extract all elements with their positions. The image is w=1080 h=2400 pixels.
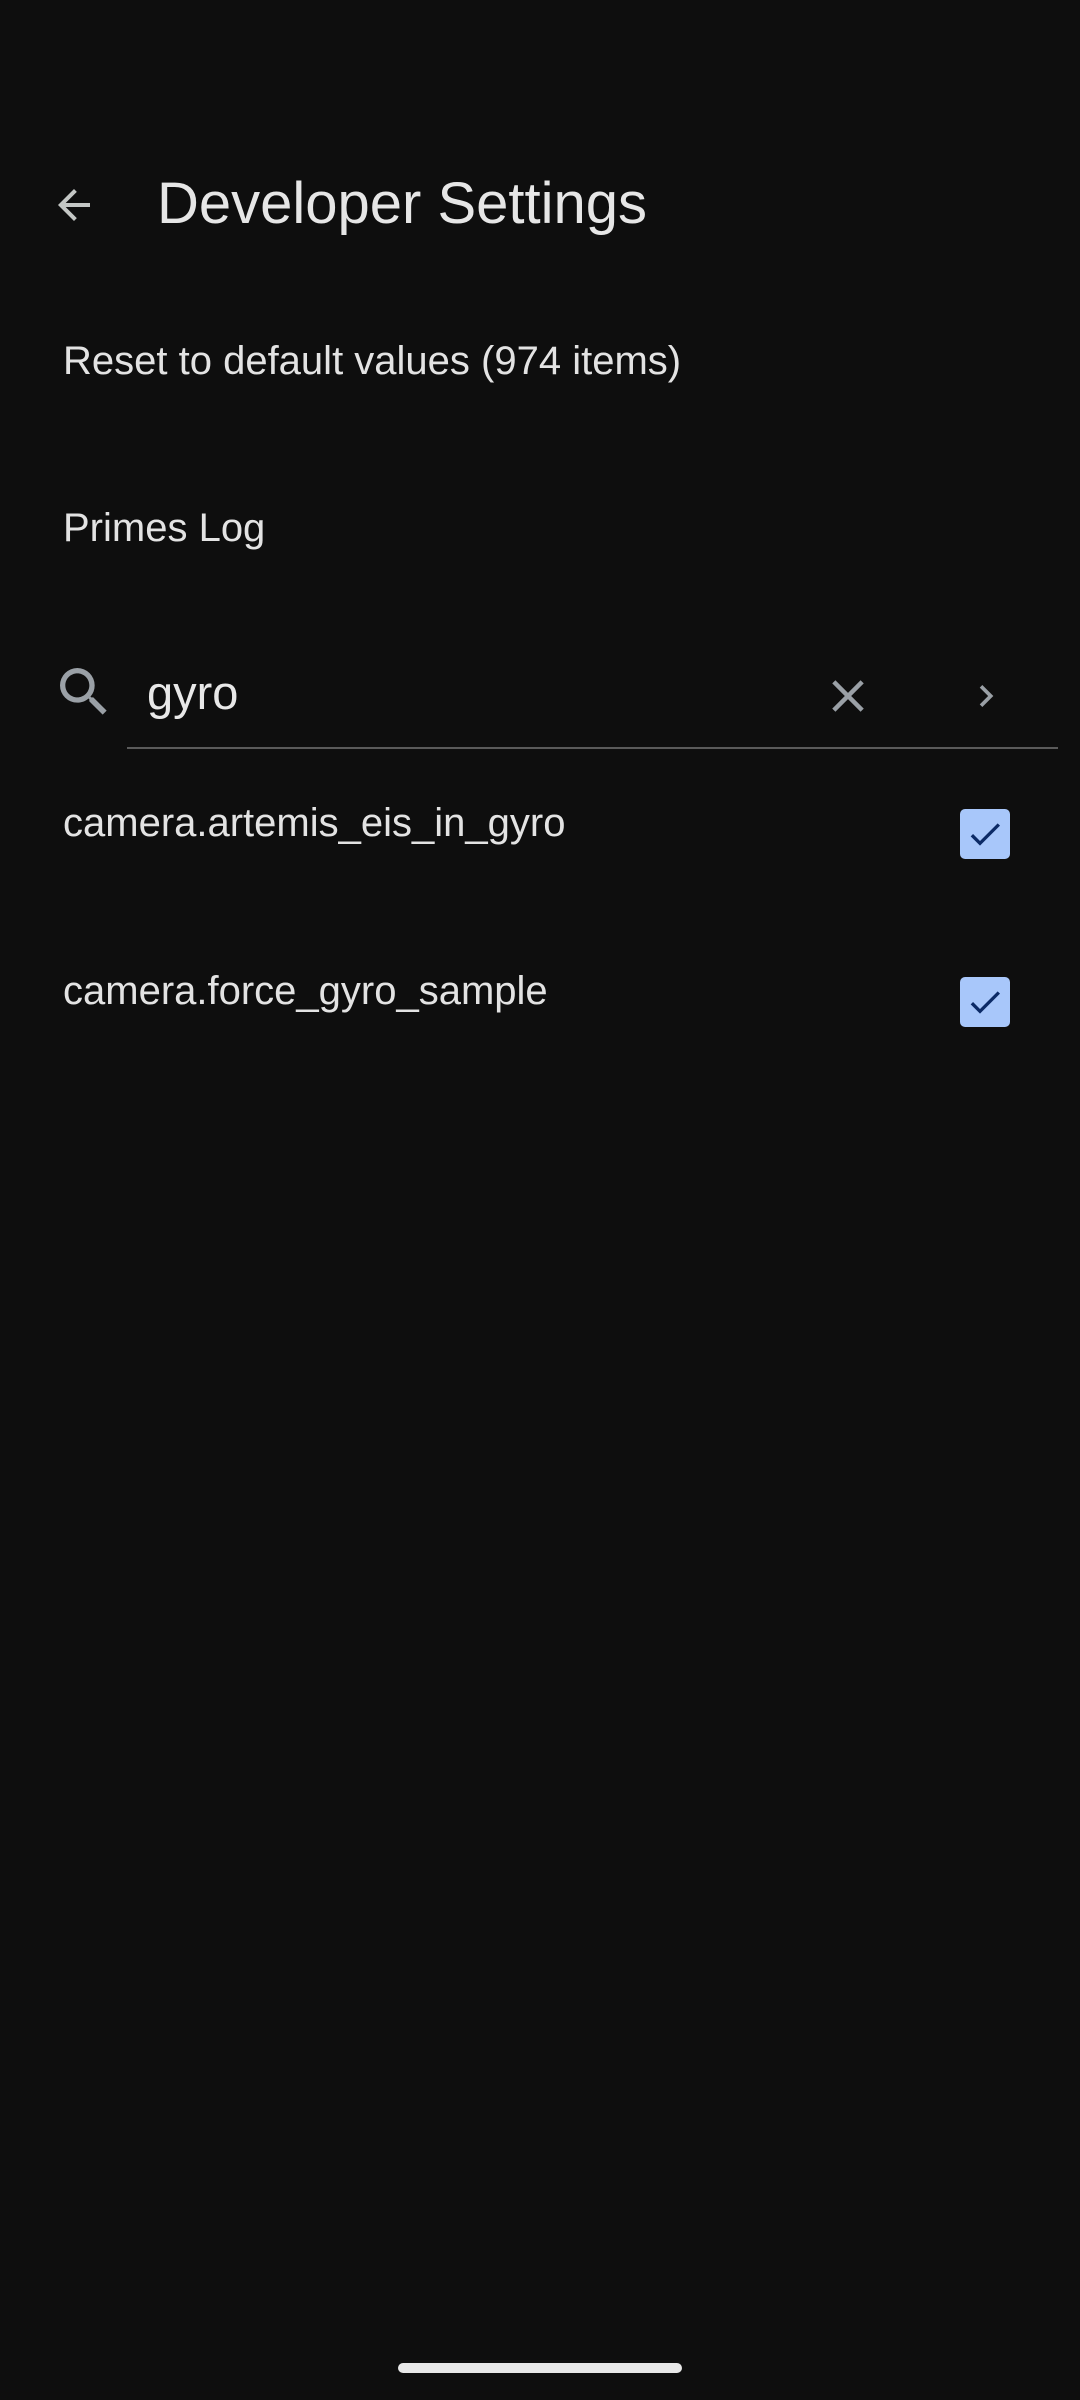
search-input[interactable] <box>147 656 787 728</box>
search-bar <box>0 640 1080 750</box>
check-icon <box>970 991 1000 1014</box>
arrow-back-icon <box>58 189 90 221</box>
result-checkbox[interactable] <box>960 809 1010 859</box>
app-bar: Developer Settings <box>0 140 1080 270</box>
close-icon <box>832 680 864 712</box>
next-result-button[interactable] <box>950 660 1022 732</box>
result-item[interactable]: camera.artemis_eis_in_gyro <box>0 790 1080 920</box>
search-icon <box>60 668 107 715</box>
check-icon <box>970 823 1000 846</box>
result-label: camera.artemis_eis_in_gyro <box>63 801 566 845</box>
search-underline <box>127 747 1058 749</box>
result-checkbox[interactable] <box>960 977 1010 1027</box>
result-label: camera.force_gyro_sample <box>63 969 548 1013</box>
primes-log-item[interactable]: Primes Log <box>63 503 265 553</box>
gesture-nav-handle[interactable] <box>398 2363 682 2373</box>
page-title: Developer Settings <box>157 171 648 236</box>
clear-search-button[interactable] <box>812 660 884 732</box>
result-item[interactable]: camera.force_gyro_sample <box>0 958 1080 1088</box>
chevron-right-icon <box>979 685 994 707</box>
reset-defaults-item[interactable]: Reset to default values (974 items) <box>63 336 681 386</box>
back-button[interactable] <box>38 169 110 241</box>
